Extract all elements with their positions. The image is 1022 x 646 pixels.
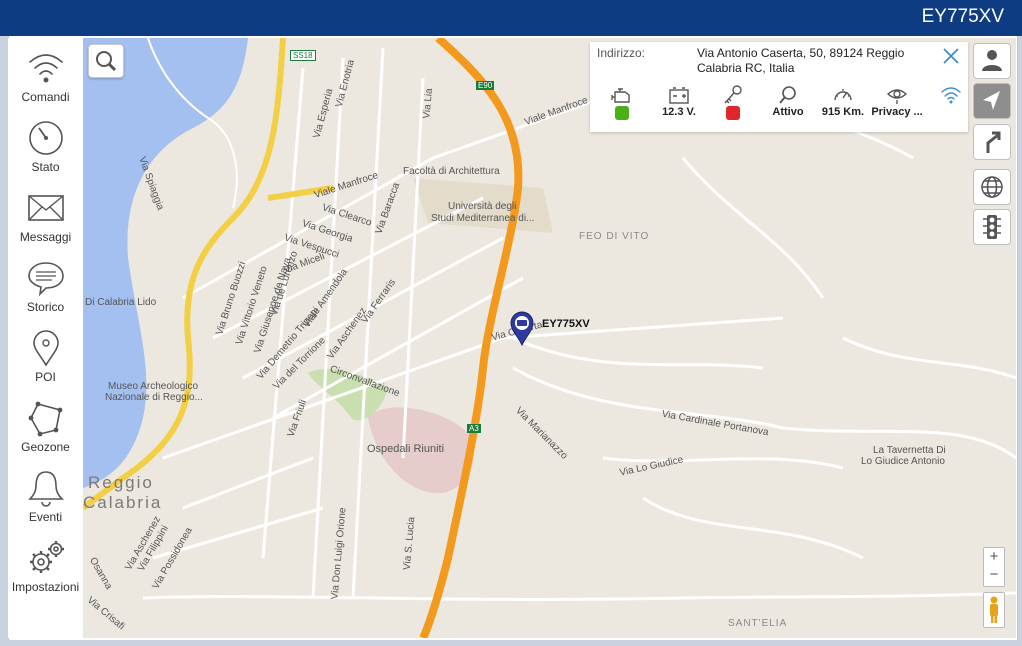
wifi-icon [28,54,63,83]
street-view-pegman[interactable] [983,592,1005,628]
sidebar-item-comandi[interactable]: Comandi [8,42,83,108]
sidebar-item-impostazioni[interactable]: Impostazioni [8,532,83,598]
close-icon[interactable] [942,47,960,65]
signal-status [921,84,981,106]
map-label-hospital: Ospedali Riuniti [367,443,445,455]
privacy-status: Privacy ... [867,84,927,118]
sidebar-item-label: Eventi [28,510,63,524]
map-label-city: Reggio [88,473,154,492]
navigate-arrow-icon [983,91,1000,110]
road-shield: E90 [476,81,495,90]
zoom-out-button[interactable]: − [984,566,1004,584]
zoom-in-button[interactable]: + [984,548,1004,566]
vehicle-marker-label: EY775XV [542,318,590,330]
chat-bubble-icon [27,262,64,297]
sidebar-item-label: Messaggi [19,230,72,244]
envelope-icon [27,195,64,221]
map-search-button[interactable] [88,44,124,78]
pegman-icon [990,596,998,623]
traffic-button[interactable] [973,209,1011,245]
odometer-value: 915 Km. [821,106,865,118]
gears-icon [29,541,64,573]
route-button[interactable] [973,124,1011,160]
engine-status-light [615,106,629,120]
engine-icon [611,88,630,103]
map-pin-icon [32,330,59,367]
driver-button[interactable] [973,43,1011,79]
signal-icon [941,87,961,104]
speedometer-icon [834,89,852,101]
vehicle-title: EY775XV [921,6,1004,27]
search-icon [779,86,796,104]
map-label: Museo Archeologico [108,381,199,392]
sidebar-item-stato[interactable]: Stato [8,112,83,178]
road-shield: SS18 [290,50,316,61]
map-label-city: Calabria [83,493,163,512]
title-bar: EY775XV [0,0,1022,36]
sidebar-item-poi[interactable]: POI [8,322,83,388]
follow-vehicle-button[interactable] [973,83,1011,119]
sidebar-item-messaggi[interactable]: Messaggi [8,182,83,248]
vehicle-marker-icon[interactable] [509,310,535,346]
sidebar-item-label: Storico [26,300,65,314]
sidebar-item-label: Impostazioni [11,580,80,594]
battery-icon [669,87,689,104]
globe-icon [981,176,1003,198]
key-status-light [726,106,740,120]
privacy-value: Privacy ... [871,106,923,118]
map-label: SANT'ELIA [728,618,788,629]
address-label: Indirizzo: [597,46,646,60]
key-status [703,84,763,120]
map-label: Università degli [448,201,517,212]
polygon-icon [28,401,62,437]
sidebar-item-eventi[interactable]: Eventi [8,462,83,528]
sidebar-item-storico[interactable]: Storico [8,252,83,318]
odometer-status: 915 Km. [813,84,873,118]
sidebar: Comandi Stato Messaggi Storico POI Geozo… [8,38,83,638]
address-value: Via Antonio Caserta, 50, 89124 Reggio Ca… [697,46,905,75]
route-fork-icon [986,131,1001,153]
search-icon [96,51,117,72]
sidebar-item-label: Comandi [21,90,70,104]
road-shield: A3 [467,424,481,433]
bell-icon [27,471,64,507]
person-icon [982,50,1002,71]
sidebar-item-label: Geozone [21,440,70,454]
battery-status: 12.3 V. [649,84,709,118]
battery-voltage: 12.3 V. [662,106,696,118]
key-icon [724,85,742,104]
traffic-light-icon [983,215,1001,239]
tracking-status: Attivo [758,84,818,118]
map-label: Di Calabria Lido [85,297,157,308]
vehicle-info-panel: Indirizzo: Via Antonio Caserta, 50, 8912… [590,42,968,132]
engine-status [592,84,652,120]
sidebar-item-label: POI [35,370,56,384]
map-label: Facoltà di Architettura [403,166,500,177]
map-label: Nazionale di Reggio... [105,392,203,403]
map-type-button[interactable] [973,169,1011,205]
map-label: Lo Giudice Antonio [861,456,945,467]
map-label: FEO DI VITO [579,231,650,242]
map-label: La Tavernetta Di [873,445,946,456]
privacy-eye-icon [886,89,908,104]
map-label: Studi Mediterranea di... [431,213,535,224]
tracking-value: Attivo [772,106,804,118]
sidebar-item-label: Stato [31,160,60,174]
gauge-icon [28,121,63,155]
zoom-control: + − [983,547,1005,587]
sidebar-item-geozone[interactable]: Geozone [8,392,83,458]
